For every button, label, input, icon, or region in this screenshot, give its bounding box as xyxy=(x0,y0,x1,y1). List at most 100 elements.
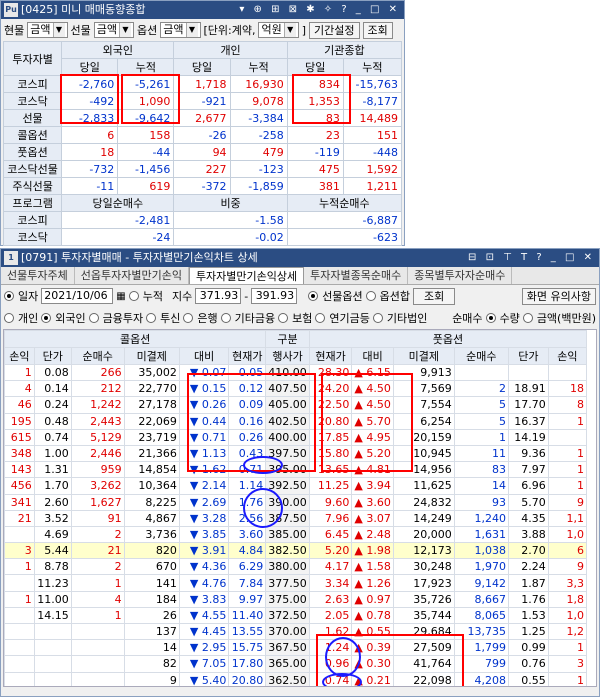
qty-radio[interactable] xyxy=(485,313,496,323)
investor-radio[interactable] xyxy=(183,313,194,323)
amt-radio[interactable] xyxy=(522,313,533,323)
call-cell: 670 xyxy=(123,558,180,576)
app-logo-icon: Pu xyxy=(4,3,18,17)
query-button-2[interactable]: 조회 xyxy=(413,287,456,305)
put-cell: 1,631 xyxy=(453,525,510,544)
chevron-down-icon: ▼ xyxy=(119,23,131,37)
tab-3[interactable]: 투자자별종목순매수 xyxy=(304,267,409,284)
strike-row[interactable]: 341 2.60 1,627 8,225 ▼ 2.69 1.76 390.00 9.60 ▲ 3… xyxy=(4,493,588,511)
strike-row[interactable]: 14.15 1 26 ▼ 4.55 11.40 372.50 2.05 ▲ 0.78 35,74… xyxy=(4,606,588,625)
investor-radio[interactable] xyxy=(41,313,52,323)
strike-row[interactable]: 82 ▼ 7.05 17.80 365.00 0.96 ▲ 0.30 41,764 799 0.… xyxy=(4,655,588,673)
call-cell: 82 xyxy=(123,655,180,673)
put-cell: 5.70 xyxy=(508,493,549,511)
up-arrow-icon: ▲ xyxy=(354,495,367,509)
call-cell xyxy=(4,622,35,641)
window2-titlebar[interactable]: 1 [0791] 투자자별매매 - 투자자별만기손익차트 상세 ⊟ ⊡ ⊤ T … xyxy=(1,249,599,267)
window2-controls[interactable]: ⊟ ⊡ ⊤ T ? _ □ ✕ xyxy=(468,249,595,267)
put-cell: 1.87 xyxy=(508,574,549,592)
qty-label: 수량 xyxy=(499,312,520,325)
trend-row[interactable]: 풋옵션 18 -44 94 479 -119 -448 xyxy=(2,143,403,161)
strike-row[interactable]: 1 8.78 2 670 ▼ 4.36 6.29 380.00 4.17 ▲ 1.58 30,24… xyxy=(4,558,588,576)
up-arrow-icon: ▲ xyxy=(354,479,367,493)
chg-value: 2.95 xyxy=(201,641,227,655)
tab-1[interactable]: 선옵투자자별만기손익 xyxy=(75,267,189,284)
pnl-grid-container: 콜옵션 구분 풋옵션 손익 단가 순매수 미결제 대비 현재가 행사가 현재가 … xyxy=(3,329,597,687)
investor-radio[interactable] xyxy=(315,313,326,323)
row-label: 코스피 xyxy=(2,75,63,93)
cell-value: -1,859 xyxy=(229,177,288,195)
strike-row[interactable]: 3 5.44 21 820 ▼ 3.91 4.84 382.50 5.20 ▲ 1.98 12,1… xyxy=(4,542,588,560)
op-select[interactable]: 금액 ▼ xyxy=(160,22,201,38)
cell-value: -44 xyxy=(117,143,175,161)
call-cell: ▼ 3.85 xyxy=(178,525,230,544)
date-input[interactable]: 2021/10/06 xyxy=(41,288,114,304)
prog-today-net: 당일순매수 xyxy=(61,194,175,212)
period-setting-button[interactable]: 기간설정 xyxy=(309,21,360,39)
index-from-input[interactable]: 371.93 xyxy=(195,288,242,304)
trend-row[interactable]: 콜옵션 6 158 -26 -258 23 151 xyxy=(2,126,403,144)
trend-row[interactable]: 주식선물 -11 619 -372 -1,859 381 1,211 xyxy=(2,177,403,195)
unit-end: ] xyxy=(301,23,307,37)
calendar-icon[interactable]: ▦ xyxy=(116,291,125,302)
investor-radio[interactable] xyxy=(278,313,289,323)
strike-row[interactable]: 456 1.70 3,262 10,364 ▼ 2.14 1.14 392.50 11.25 ▲… xyxy=(4,477,588,495)
put-cell: ▲ 3.60 xyxy=(351,493,394,511)
notice-button[interactable]: 화면 유의사항 xyxy=(521,287,596,305)
tab-0[interactable]: 선물투자주체 xyxy=(1,267,75,284)
range-dash: - xyxy=(244,289,249,303)
strike-row[interactable]: 9 ▼ 5.40 20.80 362.50 0.74 ▲ 0.21 22,098 4,208 0… xyxy=(4,671,588,687)
chg-value: 4.55 xyxy=(201,608,227,622)
investor-radio[interactable] xyxy=(88,313,99,323)
trend-row[interactable]: 코스닥선물 -732 -1,456 227 -123 475 1,592 xyxy=(2,160,403,178)
unit-select[interactable]: 억원 ▼ xyxy=(258,22,299,38)
call-cell: 14 xyxy=(123,639,180,657)
call-cell xyxy=(70,622,125,641)
down-arrow-icon: ▼ xyxy=(189,495,202,509)
sun-select[interactable]: 금액 ▼ xyxy=(93,22,134,38)
call-cell: 5.44 xyxy=(33,542,72,560)
call-cell: ▼ 7.05 xyxy=(178,655,230,673)
cell-value: 1,718 xyxy=(173,75,231,93)
put-cell: ▲ 0.97 xyxy=(351,590,394,608)
down-arrow-icon: ▼ xyxy=(189,608,202,622)
down-arrow-icon: ▼ xyxy=(189,479,202,493)
put-cell: 8,065 xyxy=(453,606,510,625)
hyun-select[interactable]: 금액 ▼ xyxy=(27,22,68,38)
strike-row[interactable]: 14 ▼ 2.95 15.75 367.50 1.24 ▲ 0.39 27,509 1,799… xyxy=(4,639,588,657)
put-cell: 2.70 xyxy=(508,542,549,560)
op-select-value: 금액 xyxy=(163,23,184,36)
strike-row[interactable]: 21 3.52 91 4,867 ▼ 3.28 2.56 387.50 7.96 ▲ 3.07 1… xyxy=(4,509,588,527)
cum-header: 누적 xyxy=(117,58,175,76)
inst-header: 기관종합 xyxy=(286,41,403,59)
call-cell: ▼ 3.83 xyxy=(178,590,230,608)
strike-cell: 372.50 xyxy=(265,606,310,625)
chg-value: 5.40 xyxy=(201,673,227,687)
query-button[interactable]: 조회 xyxy=(362,21,393,39)
window1-controls[interactable]: ▾ ⊕ ⊞ ⊠ ✱ ✧ ? _ □ ✕ xyxy=(239,1,400,19)
window1-titlebar[interactable]: Pu [0425] 미니 매매동향종합 ▾ ⊕ ⊞ ⊠ ✱ ✧ ? _ □ ✕ xyxy=(1,1,404,19)
put-cell: 2.24 xyxy=(508,558,549,576)
tab-4[interactable]: 종목별투자자순매수 xyxy=(408,267,513,284)
index-to-input[interactable]: 391.93 xyxy=(251,288,298,304)
investor-radio[interactable] xyxy=(146,313,157,323)
col-strike: 행사가 xyxy=(265,347,310,365)
investor-radio[interactable] xyxy=(220,313,231,323)
put-cell: 1,2 xyxy=(547,622,588,641)
prog-row[interactable]: 코스닥 -24 -0.02 -623 xyxy=(2,228,403,246)
strike-row[interactable]: 11.23 1 141 ▼ 4.76 7.84 377.50 3.34 ▲ 1.26 17,92… xyxy=(4,574,588,592)
strike-row[interactable]: 4.69 2 3,736 ▼ 3.85 3.60 385.00 6.45 ▲ 2.48 20,0… xyxy=(4,525,588,544)
prog-row[interactable]: 코스피 -2,481 -1.58 -6,887 xyxy=(2,211,403,229)
investor-radio[interactable] xyxy=(372,313,383,323)
window1-title: [0425] 미니 매매동향종합 xyxy=(21,3,146,16)
call-cell: 2.60 xyxy=(33,493,72,511)
futopt-radio[interactable] xyxy=(308,291,319,301)
strike-row[interactable]: 137 ▼ 4.45 13.55 370.00 1.62 ▲ 0.55 29,684 13,7… xyxy=(4,622,588,641)
strike-row[interactable]: 1 11.00 4 184 ▼ 3.83 9.97 375.00 2.63 ▲ 0.97 35,7… xyxy=(4,590,588,608)
prog-cum-net: 누적순매수 xyxy=(286,194,403,212)
date-radio[interactable] xyxy=(4,291,14,301)
investor-radio[interactable] xyxy=(4,313,14,323)
optsum-radio[interactable] xyxy=(365,291,376,301)
cum-radio[interactable] xyxy=(128,291,139,301)
tab-2[interactable]: 투자자별만기손익상세 xyxy=(188,267,305,284)
